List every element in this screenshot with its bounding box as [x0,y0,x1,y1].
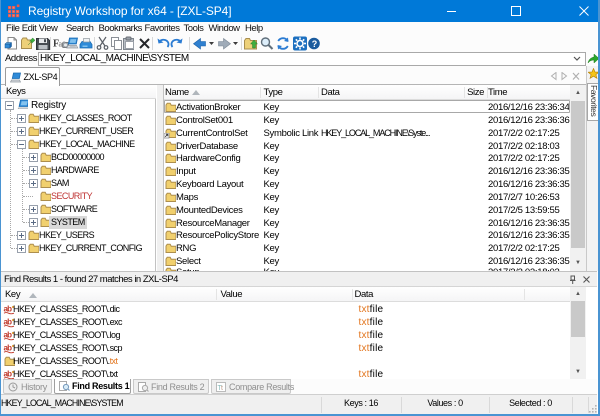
svg-text:?: ? [312,39,318,49]
svg-text:a: a [59,40,63,49]
svg-text:t: t [221,385,223,392]
svg-text:ab: ab [4,370,13,379]
svg-text:ab: ab [4,331,13,340]
svg-text:ab: ab [4,344,13,353]
svg-text:ab: ab [4,318,13,327]
svg-text:ab: ab [4,305,13,314]
